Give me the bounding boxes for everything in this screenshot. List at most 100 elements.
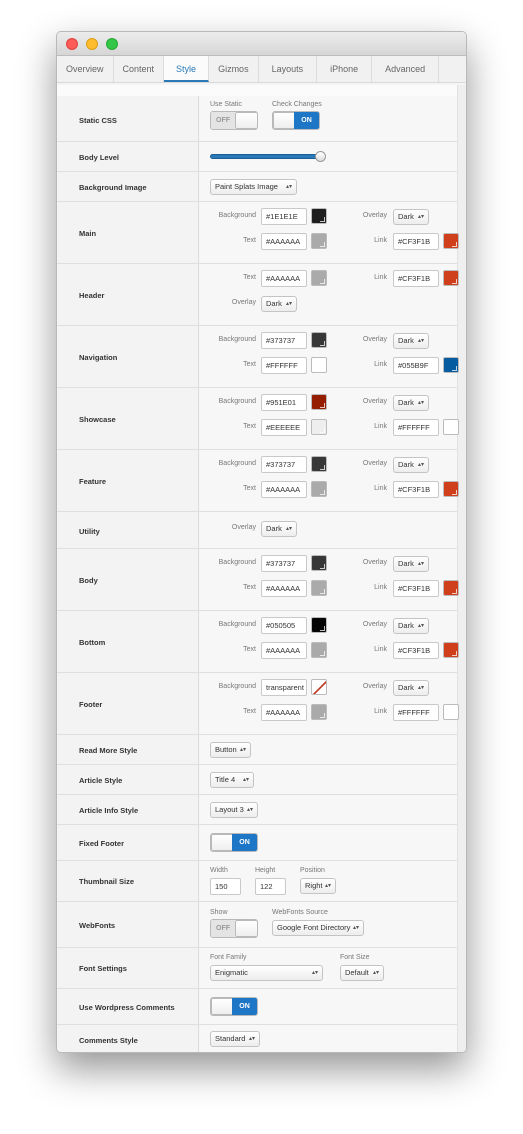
body-level-slider-track[interactable] <box>210 154 324 159</box>
main-background-input[interactable]: #1E1E1E <box>261 208 307 225</box>
footer-text-color-swatch[interactable] <box>311 704 327 720</box>
bottom-text-input[interactable]: #AAAAAA <box>261 642 307 659</box>
toggle-on-label: ON <box>294 112 319 129</box>
bottom-background-input[interactable]: #050505 <box>261 617 307 634</box>
tab-gizmos[interactable]: Gizmos <box>209 56 259 82</box>
field-label: Text <box>243 646 256 653</box>
tab-overview[interactable]: Overview <box>57 56 114 82</box>
minimize-window-button[interactable] <box>86 38 98 50</box>
header-link-color-swatch[interactable] <box>443 270 459 286</box>
body-text-color-swatch[interactable] <box>311 580 327 596</box>
use-static-toggle[interactable]: OFF <box>210 111 258 130</box>
body-link-color-swatch[interactable] <box>443 580 459 596</box>
read-more-style-select[interactable]: Button ▴▾ <box>210 742 251 758</box>
feature-text-input[interactable]: #AAAAAA <box>261 481 307 498</box>
utility-overlay-select[interactable]: Dark ▴▾ <box>261 521 297 537</box>
setting-row-fixed-footer: Fixed Footer ON <box>57 825 457 861</box>
row-label: Thumbnail Size <box>79 877 135 886</box>
showcase-link-input[interactable]: #FFFFFF <box>393 419 439 436</box>
tab-advanced[interactable]: Advanced <box>372 56 440 82</box>
field-label: Link <box>374 485 387 492</box>
header-text-input[interactable]: #AAAAAA <box>261 270 307 287</box>
toggle-knob <box>235 112 257 129</box>
main-overlay-select[interactable]: Dark ▴▾ <box>393 209 429 225</box>
feature-overlay-select[interactable]: Dark ▴▾ <box>393 457 429 473</box>
showcase-text-input[interactable]: #EEEEEE <box>261 419 307 436</box>
row-label: Use Wordpress Comments <box>79 1003 175 1012</box>
body-background-input[interactable]: #373737 <box>261 555 307 572</box>
header-link-input[interactable]: #CF3F1B <box>393 270 439 287</box>
main-text-input[interactable]: #AAAAAA <box>261 233 307 250</box>
thumbnail-position-select[interactable]: Right ▴▾ <box>300 878 336 894</box>
body-text-input[interactable]: #AAAAAA <box>261 580 307 597</box>
showcase-background-input[interactable]: #951E01 <box>261 394 307 411</box>
main-text-color-swatch[interactable] <box>311 233 327 249</box>
body-link-input[interactable]: #CF3F1B <box>393 580 439 597</box>
chevron-updown-icon: ▴▾ <box>324 883 331 889</box>
webfonts-source-select[interactable]: Google Font Directory ▴▾ <box>272 920 364 936</box>
bottom-link-color-swatch[interactable] <box>443 642 459 658</box>
footer-background-transparent-swatch[interactable] <box>311 679 327 695</box>
body-background-color-swatch[interactable] <box>311 555 327 571</box>
feature-text-color-swatch[interactable] <box>311 481 327 497</box>
background-image-select[interactable]: Paint Splats Image ▴▾ <box>210 179 297 195</box>
close-window-button[interactable] <box>66 38 78 50</box>
comments-style-select[interactable]: Standard ▴▾ <box>210 1031 260 1047</box>
navigation-overlay-select[interactable]: Dark ▴▾ <box>393 333 429 349</box>
showcase-background-color-swatch[interactable] <box>311 394 327 410</box>
body-level-slider-handle[interactable] <box>314 151 326 162</box>
showcase-link-color-swatch[interactable] <box>443 419 459 435</box>
footer-overlay-select[interactable]: Dark ▴▾ <box>393 680 429 696</box>
thumbnail-width-input[interactable]: 150 <box>210 878 241 895</box>
bottom-link-input[interactable]: #CF3F1B <box>393 642 439 659</box>
main-link-input[interactable]: #CF3F1B <box>393 233 439 250</box>
thumbnail-height-input[interactable]: 122 <box>255 878 286 895</box>
feature-background-input[interactable]: #373737 <box>261 456 307 473</box>
navigation-background-color-swatch[interactable] <box>311 332 327 348</box>
font-size-select[interactable]: Default ▴▾ <box>340 965 384 981</box>
header-text-color-swatch[interactable] <box>311 270 327 286</box>
showcase-overlay-select[interactable]: Dark ▴▾ <box>393 395 429 411</box>
main-background-color-swatch[interactable] <box>311 208 327 224</box>
showcase-text-color-swatch[interactable] <box>311 419 327 435</box>
feature-background-color-swatch[interactable] <box>311 456 327 472</box>
article-info-style-select[interactable]: Layout 3 ▴▾ <box>210 802 258 818</box>
setting-row-navigation: Navigation Background #373737 Overlay Da… <box>57 326 459 388</box>
navigation-text-input[interactable]: #FFFFFF <box>261 357 307 374</box>
footer-background-input[interactable]: transparent <box>261 679 307 696</box>
bottom-overlay-select[interactable]: Dark ▴▾ <box>393 618 429 634</box>
navigation-background-input[interactable]: #373737 <box>261 332 307 349</box>
body-overlay-select[interactable]: Dark ▴▾ <box>393 556 429 572</box>
row-label: Header <box>79 291 105 300</box>
footer-link-input[interactable]: #FFFFFF <box>393 704 439 721</box>
main-link-color-swatch[interactable] <box>443 233 459 249</box>
check-changes-toggle[interactable]: ON <box>272 111 320 130</box>
tab-layouts[interactable]: Layouts <box>259 56 318 82</box>
navigation-link-input[interactable]: #055B9F <box>393 357 439 374</box>
footer-link-color-swatch[interactable] <box>443 704 459 720</box>
navigation-link-color-swatch[interactable] <box>443 357 459 373</box>
setting-row-article-style: Article Style Title 4 ▴▾ <box>57 765 457 795</box>
chevron-updown-icon: ▴▾ <box>417 561 424 567</box>
feature-link-input[interactable]: #CF3F1B <box>393 481 439 498</box>
webfonts-show-toggle[interactable]: OFF <box>210 919 258 938</box>
setting-row-webfonts: WebFonts Show OFF WebFonts Source Google… <box>57 902 457 948</box>
field-label: Font Family <box>210 954 247 961</box>
fixed-footer-toggle[interactable]: ON <box>210 833 258 852</box>
navigation-text-color-swatch[interactable] <box>311 357 327 373</box>
font-family-select[interactable]: Enigmatic ▴▾ <box>210 965 323 981</box>
feature-link-color-swatch[interactable] <box>443 481 459 497</box>
tab-style[interactable]: Style <box>164 56 210 82</box>
bottom-text-color-swatch[interactable] <box>311 642 327 658</box>
footer-text-input[interactable]: #AAAAAA <box>261 704 307 721</box>
bottom-background-color-swatch[interactable] <box>311 617 327 633</box>
field-label: Text <box>243 361 256 368</box>
toggle-on-label: ON <box>232 834 257 851</box>
zoom-window-button[interactable] <box>106 38 118 50</box>
article-style-select[interactable]: Title 4 ▴▾ <box>210 772 254 788</box>
settings-window: Overview Content Style Gizmos Layouts iP… <box>56 31 467 1053</box>
tab-iphone[interactable]: iPhone <box>317 56 373 82</box>
tab-content[interactable]: Content <box>114 56 165 82</box>
use-wordpress-comments-toggle[interactable]: ON <box>210 997 258 1016</box>
header-overlay-select[interactable]: Dark ▴▾ <box>261 296 297 312</box>
